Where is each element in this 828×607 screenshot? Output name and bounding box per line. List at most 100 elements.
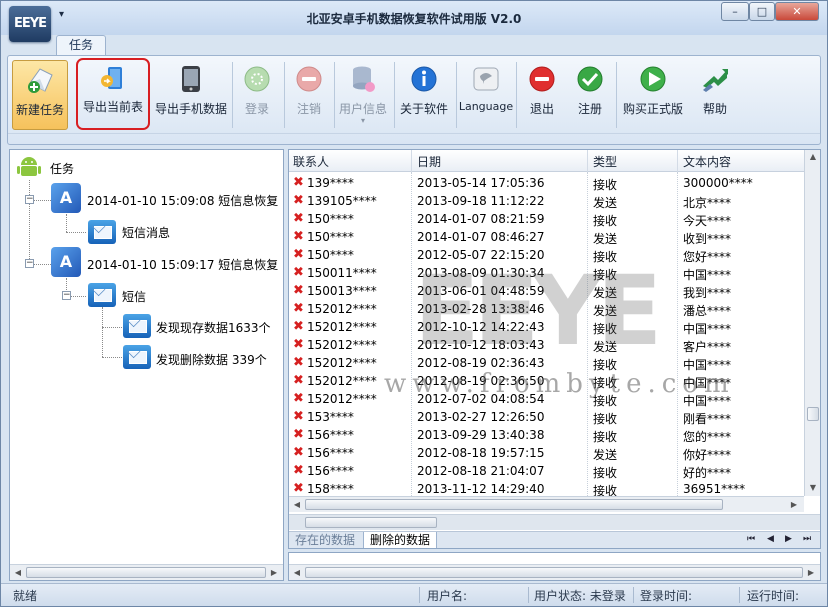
scroll-thumb[interactable] — [807, 407, 819, 421]
table-horizontal-scrollbar[interactable]: ◀ ▶ — [289, 496, 804, 512]
cell-contact: 152012**** — [307, 338, 377, 352]
exit-icon — [529, 66, 555, 92]
cell-text: 您的**** — [683, 430, 732, 444]
cell-date: 2014-01-07 08:46:27 — [417, 230, 545, 244]
tab-deleted-data[interactable]: 删除的数据 — [363, 532, 438, 548]
prev-page-icon[interactable]: ◀ — [767, 534, 774, 544]
tree-connector — [29, 180, 30, 265]
help-button[interactable]: 帮助 — [690, 60, 740, 130]
task-1-expander[interactable]: − — [25, 195, 34, 204]
buy-full-version-button[interactable]: 购买正式版 — [620, 60, 686, 130]
tree-deleted-data[interactable]: 发现删除数据 339个 — [156, 351, 267, 368]
cell-text: 你好**** — [683, 448, 732, 462]
cell-type: 接收 — [593, 430, 618, 444]
sms-icon — [88, 283, 116, 307]
maximize-button[interactable]: □ — [749, 2, 775, 21]
table-row[interactable]: ✖ 156**** 2012-08-18 19:57:15 发送 你好**** — [289, 444, 804, 462]
col-type[interactable]: 类型 — [593, 153, 617, 170]
table-row[interactable]: ✖ 153**** 2013-02-27 12:26:50 接收 刚看**** — [289, 408, 804, 426]
scroll-right-icon[interactable]: ▶ — [787, 498, 801, 511]
deleted-mark-icon: ✖ — [293, 481, 304, 496]
tab-existing-data[interactable]: 存在的数据 — [289, 532, 361, 548]
table-row[interactable]: ✖ 156**** 2013-09-29 13:40:38 接收 您的**** — [289, 426, 804, 444]
tab-task[interactable]: 任务 — [56, 35, 106, 56]
cell-type: 接收 — [593, 178, 618, 192]
cell-text: 36951**** — [683, 482, 746, 496]
export-phone-data-label: 导出手机数据 — [154, 102, 227, 116]
table-vertical-scrollbar[interactable]: ▲ ▼ — [804, 150, 820, 496]
tree-task-1[interactable]: 2014-01-10 15:09:08 短信息恢复 — [87, 192, 278, 209]
app-window: ▾ 北亚安卓手机数据恢复软件试用版 V2.0 – □ ✕ EEYE 任务 新建任… — [0, 0, 828, 607]
deleted-mark-icon: ✖ — [293, 463, 304, 478]
tree-horizontal-scrollbar[interactable]: ◀ ▶ — [10, 564, 283, 580]
tree-sms-folder[interactable]: 短信 — [122, 288, 146, 305]
sheet-scrollbar[interactable] — [289, 514, 820, 530]
export-phone-data-button[interactable]: 导出手机数据 — [154, 60, 228, 130]
status-divider — [633, 587, 634, 603]
new-task-button[interactable]: 新建任务 — [12, 60, 68, 130]
export-table-button[interactable]: 导出当前表 — [76, 58, 150, 130]
deleted-mark-icon: ✖ — [293, 373, 304, 388]
register-button[interactable]: 注册 — [568, 60, 612, 130]
table-row[interactable]: ✖ 139105**** 2013-09-18 11:12:22 发送 北京**** — [289, 192, 804, 210]
detail-horizontal-scrollbar[interactable]: ◀ ▶ — [289, 564, 820, 580]
login-icon — [244, 66, 270, 92]
scroll-right-icon[interactable]: ▶ — [804, 566, 818, 579]
table-row[interactable]: ✖ 150**** 2014-01-07 08:46:27 发送 收到**** — [289, 228, 804, 246]
first-page-icon[interactable]: ⏮ — [747, 534, 755, 544]
login-button[interactable]: 登录 — [236, 60, 278, 130]
scroll-thumb[interactable] — [305, 567, 803, 578]
scroll-right-icon[interactable]: ▶ — [267, 566, 281, 579]
cell-contact: 139**** — [307, 176, 354, 190]
new-task-icon — [28, 68, 53, 93]
table-row[interactable]: ✖ 150**** 2014-01-07 08:21:59 接收 今天**** — [289, 210, 804, 228]
cell-text: 客户**** — [683, 340, 732, 354]
ribbon-separator — [334, 62, 335, 128]
scroll-left-icon[interactable]: ◀ — [11, 566, 25, 579]
logout-button[interactable]: 注销 — [288, 60, 330, 130]
close-button[interactable]: ✕ — [775, 2, 819, 21]
deleted-mark-icon: ✖ — [293, 247, 304, 262]
task-tree-pane: 任务 − 2014-01-10 15:09:08 短信息恢复 短信消息 − 20… — [9, 149, 284, 581]
table-row[interactable]: ✖ 156**** 2012-08-18 21:04:07 接收 好的**** — [289, 462, 804, 480]
export-table-icon — [101, 67, 122, 89]
sms-folder-expander[interactable]: − — [62, 291, 71, 300]
language-icon — [473, 67, 499, 91]
language-button[interactable]: Language — [458, 60, 514, 130]
user-info-dropdown-icon[interactable]: ▾ — [336, 116, 390, 125]
tree-existing-data[interactable]: 发现现存数据1633个 — [156, 319, 271, 336]
scroll-up-icon[interactable]: ▲ — [805, 150, 820, 164]
login-label: 登录 — [244, 102, 269, 116]
cell-text: 我到**** — [683, 286, 732, 300]
tree-connector — [102, 327, 122, 328]
about-button[interactable]: 关于软件 — [396, 60, 452, 130]
col-date[interactable]: 日期 — [417, 153, 441, 170]
deleted-mark-icon: ✖ — [293, 193, 304, 208]
table-row[interactable]: ✖ 139**** 2013-05-14 17:05:36 接收 300000**** — [289, 174, 804, 192]
tree-sms-messages[interactable]: 短信消息 — [122, 224, 170, 241]
col-text[interactable]: 文本内容 — [683, 153, 731, 170]
task-2-expander[interactable]: − — [25, 259, 34, 268]
scroll-thumb[interactable] — [26, 567, 266, 578]
scroll-thumb[interactable] — [305, 517, 437, 528]
next-page-icon[interactable]: ▶ — [785, 534, 792, 544]
deleted-mark-icon: ✖ — [293, 391, 304, 406]
scroll-left-icon[interactable]: ◀ — [290, 566, 304, 579]
app-logo[interactable]: EEYE — [9, 6, 51, 42]
cell-type: 接收 — [593, 412, 618, 426]
tree-task-2[interactable]: 2014-01-10 15:09:17 短信息恢复 — [87, 256, 278, 273]
exit-button[interactable]: 退出 — [520, 60, 564, 130]
cell-contact: 152012**** — [307, 320, 377, 334]
scroll-left-icon[interactable]: ◀ — [290, 498, 304, 511]
cell-contact: 152012**** — [307, 392, 377, 406]
scroll-thumb[interactable] — [305, 499, 723, 510]
last-page-icon[interactable]: ⏭ — [803, 534, 811, 544]
task-icon — [51, 247, 81, 277]
watermark-logo: EEYE — [414, 255, 662, 367]
minimize-button[interactable]: – — [721, 2, 749, 21]
col-contact[interactable]: 联系人 — [293, 153, 329, 170]
tree-root-task[interactable]: 任务 — [50, 160, 74, 177]
user-info-button[interactable]: 用户信息 ▾ — [336, 60, 390, 130]
scroll-down-icon[interactable]: ▼ — [805, 481, 820, 495]
cell-type: 接收 — [593, 466, 618, 480]
